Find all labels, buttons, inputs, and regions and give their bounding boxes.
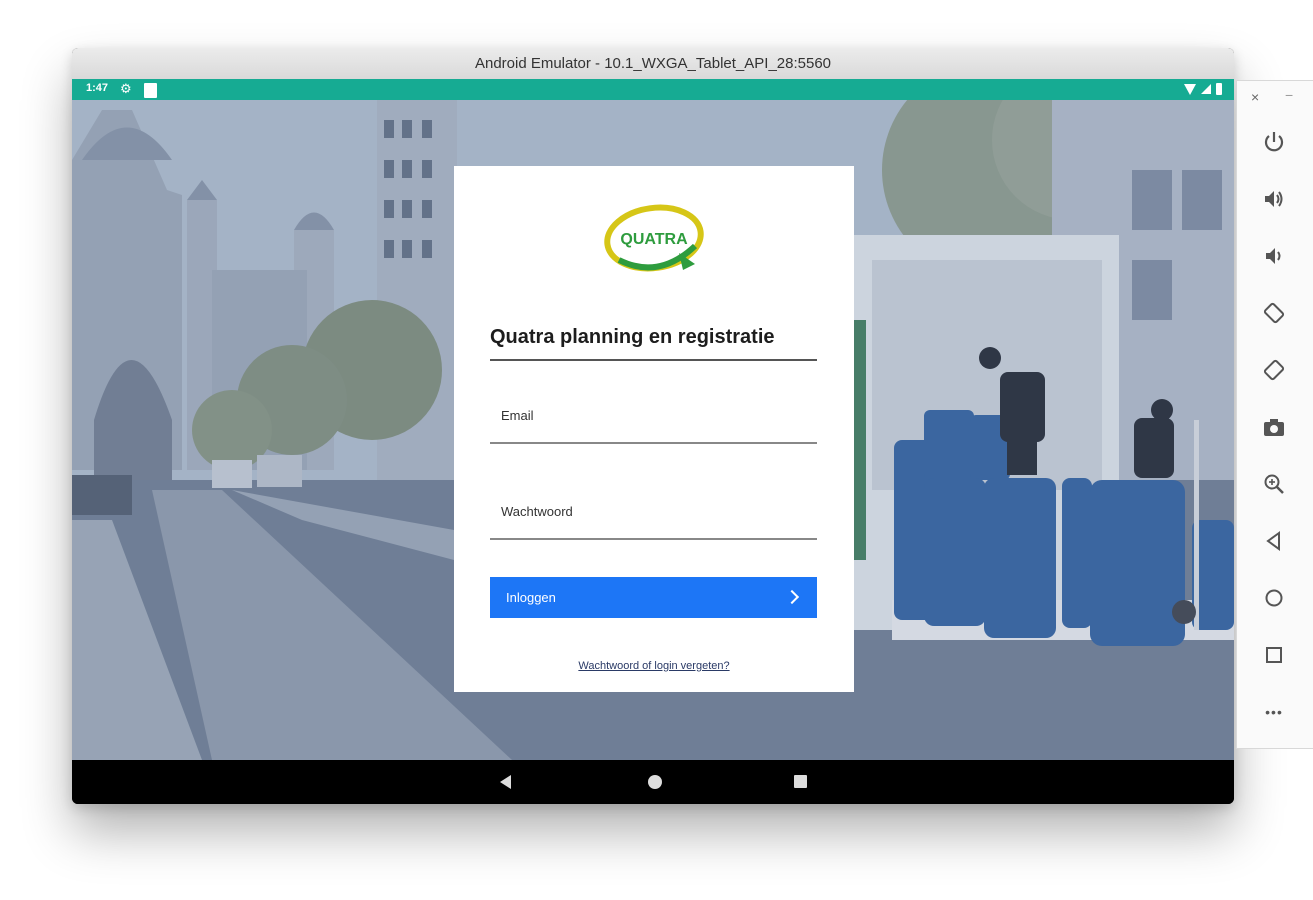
volume-down-button[interactable]	[1257, 239, 1291, 273]
quatra-logo: QUATRA	[604, 204, 704, 272]
volume-up-icon	[1265, 191, 1283, 207]
password-underline	[490, 538, 817, 540]
android-status-bar: 1:47 ⚙	[72, 79, 1234, 100]
android-nav-bar	[72, 760, 1234, 804]
rotate-left-icon	[1263, 302, 1285, 324]
clipboard-notification-icon	[144, 83, 157, 98]
rotate-right-button[interactable]	[1257, 353, 1291, 387]
settings-notification-icon: ⚙	[120, 81, 132, 96]
rotate-right-icon	[1263, 359, 1285, 381]
emulator-toolbar: × − •••	[1236, 80, 1313, 749]
camera-icon	[1264, 419, 1284, 436]
nav-back-icon[interactable]	[500, 775, 511, 789]
title-underline	[490, 359, 817, 361]
screenshot-button[interactable]	[1257, 410, 1291, 444]
email-underline	[490, 442, 817, 444]
signal-icon	[1201, 84, 1211, 94]
emulator-window: Android Emulator - 10.1_WXGA_Tablet_API_…	[72, 48, 1234, 804]
toolbar-minimize-button[interactable]: −	[1285, 87, 1293, 103]
toolbar-overview-button[interactable]	[1257, 638, 1291, 672]
toolbar-back-button[interactable]	[1257, 524, 1291, 558]
wifi-icon	[1184, 83, 1196, 95]
logo-text: QUATRA	[620, 231, 688, 248]
power-button[interactable]	[1257, 125, 1291, 159]
window-title: Android Emulator - 10.1_WXGA_Tablet_API_…	[474, 55, 832, 72]
volume-up-button[interactable]	[1257, 182, 1291, 216]
overview-icon	[1266, 647, 1282, 663]
status-time: 1:47	[86, 82, 109, 94]
nav-home-icon[interactable]	[648, 775, 662, 789]
window-titlebar: Android Emulator - 10.1_WXGA_Tablet_API_…	[72, 48, 1234, 80]
toolbar-home-button[interactable]	[1257, 581, 1291, 615]
login-button-label: Inloggen	[506, 590, 556, 605]
forgot-password-link[interactable]: Wachtwoord of login vergeten?	[454, 660, 854, 672]
toolbar-close-button[interactable]: ×	[1251, 89, 1259, 105]
volume-down-icon	[1266, 248, 1281, 264]
nav-recents-icon[interactable]	[794, 775, 807, 788]
zoom-icon	[1264, 474, 1284, 494]
power-icon	[1264, 132, 1284, 152]
app-screen: QUATRA Quatra planning en registratie Em…	[72, 100, 1234, 760]
email-field[interactable]	[490, 404, 817, 438]
home-icon	[1265, 589, 1283, 607]
password-field[interactable]	[490, 500, 817, 534]
rotate-left-button[interactable]	[1257, 296, 1291, 330]
login-button[interactable]: Inloggen	[490, 577, 817, 618]
zoom-button[interactable]	[1257, 467, 1291, 501]
status-indicators	[1184, 83, 1222, 95]
back-icon	[1266, 531, 1280, 551]
battery-icon	[1216, 83, 1222, 95]
login-title: Quatra planning en registratie	[490, 326, 775, 348]
more-icon[interactable]: •••	[1257, 695, 1291, 729]
chevron-right-icon	[784, 589, 800, 605]
login-card: QUATRA Quatra planning en registratie Em…	[454, 166, 854, 692]
